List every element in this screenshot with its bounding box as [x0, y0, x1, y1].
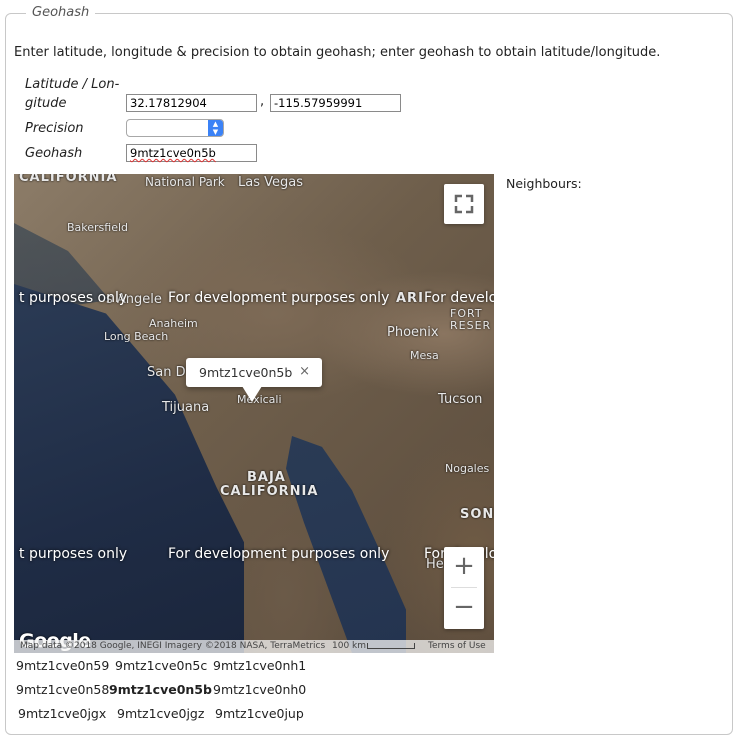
neighbours-label: Neighbours:: [506, 176, 582, 191]
precision-select[interactable]: ▲ ▼: [126, 119, 224, 137]
zoom-control: + −: [444, 547, 484, 629]
neighbour-w: 9mtz1cve0n58: [16, 682, 110, 697]
map-label-phoenix: Phoenix: [387, 325, 439, 340]
geohash-label: Geohash: [25, 146, 83, 161]
latitude-input[interactable]: [126, 94, 257, 112]
fullscreen-button[interactable]: [444, 184, 484, 224]
neighbour-center: 9mtz1cve0n5b: [109, 682, 212, 697]
map-label-sonora: SON: [460, 507, 494, 522]
map-label-tijuana: Tijuana: [162, 400, 210, 415]
dev-watermark: For develop: [424, 290, 494, 306]
longitude-input[interactable]: [270, 94, 401, 112]
neighbour-s: 9mtz1cve0jgz: [117, 706, 205, 721]
map-label-nogales: Nogales: [445, 462, 490, 475]
map-label-las-vegas: Las Vegas: [238, 175, 303, 190]
geohash-info-window: 9mtz1cve0n5b ×: [186, 358, 322, 402]
neighbour-ne: 9mtz1cve0nh1: [213, 658, 307, 673]
map-label-national-park: National Park: [145, 175, 225, 189]
map-view[interactable]: CALIFORNIA National Park Las Vegas Baker…: [14, 174, 494, 653]
dev-watermark: For development purposes only: [168, 546, 390, 562]
info-window-geohash: 9mtz1cve0n5b: [199, 365, 293, 380]
zoom-in-button[interactable]: +: [444, 547, 484, 587]
map-label-san-diego: San D: [147, 365, 186, 380]
terms-of-use-link[interactable]: Terms of Use: [428, 640, 486, 653]
map-label-baja: BAJA: [247, 470, 286, 485]
instructions-text: Enter latitude, longitude & precision to…: [14, 45, 661, 60]
map-label-baja-california: CALIFORNIA: [220, 484, 319, 499]
neighbour-nw: 9mtz1cve0n59: [16, 658, 110, 673]
dev-watermark: For development purposes only: [168, 290, 390, 306]
neighbour-se: 9mtz1cve0jup: [215, 706, 304, 721]
geohash-input[interactable]: 9mtz1cve0n5b: [126, 144, 257, 162]
zoom-out-button[interactable]: −: [444, 588, 484, 628]
neighbour-sw: 9mtz1cve0jgx: [18, 706, 107, 721]
map-scale-label[interactable]: 100 km: [332, 640, 366, 653]
select-arrows-icon: ▲ ▼: [208, 120, 223, 136]
map-label-mesa: Mesa: [410, 349, 439, 362]
map-label-california: CALIFORNIA: [19, 174, 118, 185]
map-label-reser: RESER: [450, 319, 492, 332]
map-scale-bar: [367, 643, 415, 649]
close-icon[interactable]: ×: [299, 364, 310, 379]
map-attribution-text: Map data ©2018 Google, INEGI Imagery ©20…: [20, 641, 326, 651]
fieldset-legend: Geohash: [26, 5, 96, 20]
map-label-long-beach: Long Beach: [104, 330, 169, 343]
map-gulf-of-california: [286, 436, 406, 653]
latlon-label-line2: gitude: [25, 96, 67, 111]
latlon-label-line1: Latitude / Lon-: [25, 77, 120, 92]
dev-watermark: t purposes only: [19, 290, 128, 306]
map-attribution-bar: Map data ©2018 Google, INEGI Imagery ©20…: [14, 640, 494, 653]
map-label-anaheim: Anaheim: [149, 317, 198, 330]
fullscreen-icon: [454, 194, 474, 214]
latlon-comma: ,: [260, 94, 265, 109]
neighbour-e: 9mtz1cve0nh0: [213, 682, 307, 697]
neighbour-n: 9mtz1cve0n5c: [115, 658, 208, 673]
map-label-arizona: ARI: [396, 291, 424, 306]
map-label-tucson: Tucson: [438, 392, 483, 407]
precision-label: Precision: [25, 121, 84, 136]
map-label-bakersfield: Bakersfield: [67, 221, 129, 234]
dev-watermark: t purposes only: [19, 546, 128, 562]
